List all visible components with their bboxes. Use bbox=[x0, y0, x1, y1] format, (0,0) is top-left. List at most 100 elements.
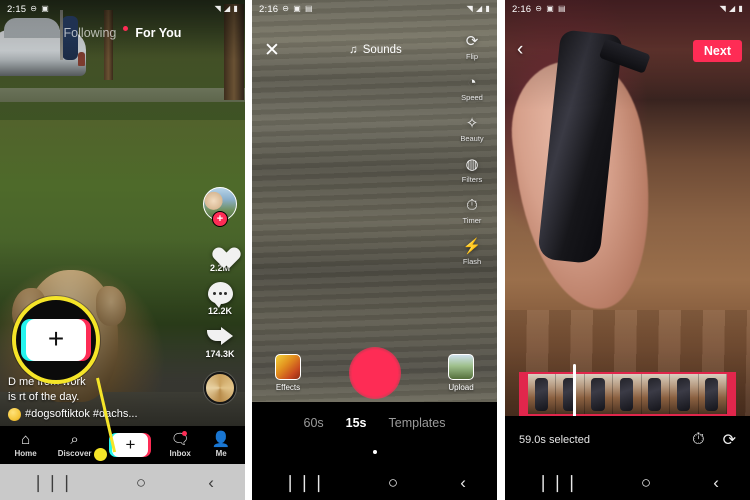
next-button[interactable]: Next bbox=[692, 40, 742, 62]
editor-bottom-icons: ⏱ ⟳ bbox=[692, 430, 736, 450]
recents-icon[interactable]: ❘❘❘ bbox=[31, 474, 74, 491]
follow-plus-icon[interactable]: + bbox=[212, 211, 228, 227]
weather-icon: ▣ bbox=[41, 4, 49, 13]
status-left-2: 2:16 ⊖ ▣ ▤ bbox=[259, 4, 313, 15]
like-button[interactable]: 2.2M bbox=[207, 235, 233, 273]
selected-duration-label: 59.0s selected bbox=[519, 434, 590, 446]
mode-templates[interactable]: Templates bbox=[389, 416, 446, 430]
signal-icon-2: ◢ bbox=[476, 4, 483, 13]
comment-button[interactable]: 12.2K bbox=[207, 282, 233, 316]
panel-divider-1 bbox=[245, 0, 252, 500]
tab-me[interactable]: 👤 Me bbox=[211, 430, 231, 458]
signal-icon-3: ◢ bbox=[729, 4, 736, 13]
tab-inbox-label: Inbox bbox=[169, 448, 191, 458]
timeline-frame bbox=[670, 374, 699, 414]
bottom-tab-bar: ⌂ Home ⌕ Discover + 🗨 Inbox 👤 Me bbox=[0, 426, 245, 464]
tool-filters-label: Filters bbox=[461, 175, 483, 184]
tool-timer-label: Timer bbox=[462, 216, 482, 225]
mode-indicator-dot bbox=[372, 450, 377, 454]
tool-beauty[interactable]: ✧ Beauty bbox=[460, 115, 483, 144]
back-nav-icon-3[interactable]: ‹ bbox=[713, 474, 719, 491]
tab-for-you[interactable]: For You bbox=[135, 26, 181, 40]
caption-hashtags[interactable]: #dogsoftiktok #dachs... bbox=[8, 407, 176, 422]
battery-icon: ▮ bbox=[233, 4, 238, 13]
android-nav-bar-1: ❘❘❘ ○ ‹ bbox=[0, 464, 245, 500]
screenshot-stage: 2:15 ⊖ ▣ ◥ ◢ ▮ Following For You + 2.2M … bbox=[0, 0, 750, 500]
tool-flip-label: Flip bbox=[465, 52, 479, 61]
timeline-filmstrip[interactable] bbox=[519, 372, 736, 416]
share-arrow-icon bbox=[207, 325, 233, 347]
timeline-frame bbox=[556, 374, 585, 414]
trim-handle-left[interactable] bbox=[519, 374, 528, 414]
weather-icon-2: ▤ bbox=[304, 4, 313, 13]
upload-button[interactable]: Upload bbox=[439, 354, 483, 392]
share-button[interactable]: 174.3K bbox=[205, 325, 235, 359]
status-left: 2:15 ⊖ ▣ bbox=[7, 4, 49, 15]
android-nav-bar-3: ❘❘❘ ○ ‹ bbox=[505, 464, 750, 500]
back-icon[interactable]: ‹ bbox=[517, 40, 523, 59]
effects-button[interactable]: Effects bbox=[266, 354, 310, 392]
tab-following[interactable]: Following bbox=[64, 26, 117, 40]
trim-handle-right[interactable] bbox=[727, 374, 736, 414]
wifi-icon: ◥ bbox=[214, 4, 222, 13]
creator-avatar-button[interactable]: + bbox=[203, 187, 237, 227]
person-icon: 👤 bbox=[211, 430, 231, 448]
beauty-wand-icon: ✧ bbox=[465, 115, 479, 132]
tool-flash[interactable]: ⚡ Flash bbox=[462, 238, 482, 267]
magnified-plus-icon: + bbox=[26, 319, 86, 361]
music-note-icon-2: ♫ bbox=[349, 44, 358, 56]
camera-tool-rail: ⟳ Flip ◔ Speed ✧ Beauty ◍ Filters ⏱ Time… bbox=[451, 34, 493, 267]
panel-tiktok-feed: 2:15 ⊖ ▣ ◥ ◢ ▮ Following For You + 2.2M … bbox=[0, 0, 245, 500]
dnd-icon: ⊖ bbox=[30, 4, 38, 13]
home-nav-icon-3[interactable]: ○ bbox=[641, 474, 651, 491]
android-nav-bar-2: ❘❘❘ ○ ‹ bbox=[252, 464, 497, 500]
caption-line-2: is rt of the day. bbox=[8, 391, 80, 403]
status-bar-2: 2:16 ⊖ ▣ ▤ ◥ ◢ ▮ bbox=[252, 0, 497, 18]
tool-filters[interactable]: ◍ Filters bbox=[461, 157, 483, 185]
timeline-frame bbox=[641, 374, 671, 414]
music-disc-icon[interactable] bbox=[204, 372, 236, 404]
speed-icon-3[interactable]: ⏱ bbox=[692, 431, 704, 449]
back-nav-icon-2[interactable]: ‹ bbox=[460, 474, 466, 491]
tool-flip[interactable]: ⟳ Flip bbox=[465, 34, 479, 62]
recents-icon-2[interactable]: ❘❘❘ bbox=[283, 474, 326, 491]
tab-inbox[interactable]: 🗨 Inbox bbox=[169, 430, 191, 458]
magnifier-create-button: + bbox=[12, 296, 100, 384]
screenshot-icon-3: ▣ bbox=[546, 4, 554, 13]
dnd-icon-2: ⊖ bbox=[282, 4, 290, 13]
timeline-frame bbox=[528, 374, 557, 414]
status-time-2: 2:16 bbox=[259, 3, 279, 15]
heart-icon bbox=[207, 235, 233, 261]
tool-flash-label: Flash bbox=[462, 257, 482, 266]
hashtag-text: #dogsoftiktok #dachs... bbox=[25, 408, 138, 420]
recents-icon-3[interactable]: ❘❘❘ bbox=[536, 474, 579, 491]
tab-discover[interactable]: ⌕ Discover bbox=[57, 430, 92, 458]
mode-60s[interactable]: 60s bbox=[304, 416, 324, 430]
effects-label: Effects bbox=[275, 383, 301, 392]
record-button[interactable] bbox=[348, 347, 401, 399]
timeline-playhead[interactable] bbox=[573, 364, 576, 424]
tool-timer[interactable]: ⏱ Timer bbox=[462, 198, 482, 226]
mode-15s[interactable]: 15s bbox=[346, 416, 367, 430]
tab-discover-label: Discover bbox=[57, 448, 92, 458]
camera-bottom-row: Effects Upload bbox=[252, 344, 497, 402]
panel-tiktok-editor: 2:16 ⊖ ▣ ▤ ◥ ◢ ▮ ‹ Next Next bbox=[505, 0, 750, 500]
dnd-icon-3: ⊖ bbox=[535, 4, 543, 13]
camera-mode-selector: 60s 15s Templates bbox=[252, 402, 497, 444]
comment-icon bbox=[207, 282, 233, 308]
video-caption: D me from work is rt of the day. #dogsof… bbox=[8, 375, 176, 422]
home-nav-icon[interactable]: ○ bbox=[136, 474, 146, 491]
status-right: ◥ ◢ ▮ bbox=[215, 5, 238, 13]
rotate-icon[interactable]: ⟳ bbox=[723, 430, 736, 450]
home-nav-icon-2[interactable]: ○ bbox=[388, 474, 398, 491]
search-icon: ⌕ bbox=[70, 430, 79, 448]
timeline-frame bbox=[613, 374, 642, 414]
battery-icon-2: ▮ bbox=[485, 4, 490, 13]
flash-off-icon: ⚡ bbox=[462, 238, 482, 255]
tab-home[interactable]: ⌂ Home bbox=[14, 432, 36, 458]
back-nav-icon[interactable]: ‹ bbox=[208, 474, 214, 491]
battery-icon-3: ▮ bbox=[738, 4, 743, 13]
tool-speed[interactable]: ◔ Speed bbox=[461, 75, 483, 103]
share-count: 174.3K bbox=[205, 349, 235, 359]
create-plus-button[interactable]: + bbox=[112, 433, 149, 457]
